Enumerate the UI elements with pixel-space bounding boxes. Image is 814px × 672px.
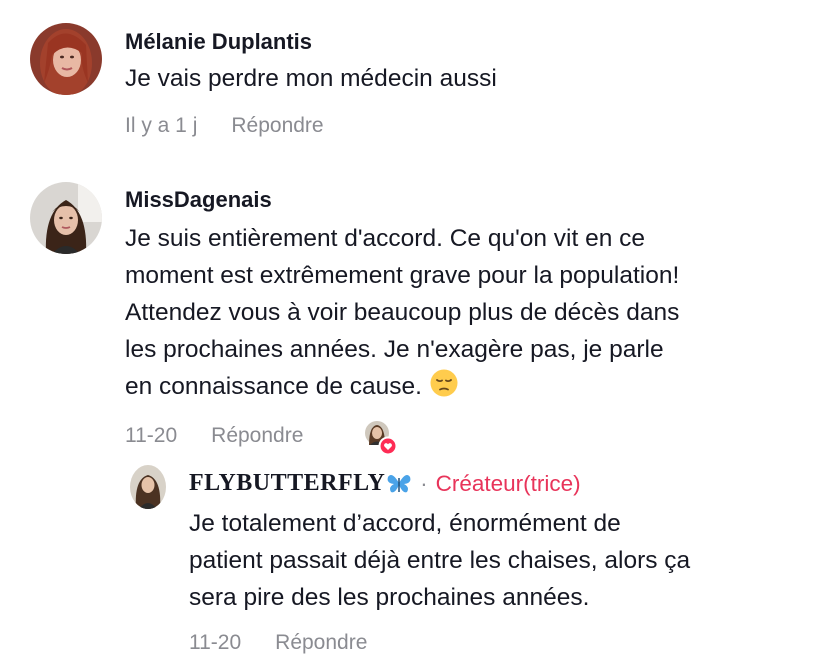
reply-meta: 11-20 Répondre [189,631,367,655]
avatar[interactable] [130,465,166,509]
timestamp: Il y a 1 j [125,114,198,137]
avatar[interactable] [30,182,102,254]
comment-text: Je vais perdre mon médecin aussi [125,65,497,92]
username[interactable]: Mélanie Duplantis [125,29,312,55]
reply-button[interactable]: Répondre [231,114,323,138]
comment-text: Je suis entièrement d'accord. Ce qu'on v… [125,220,679,405]
reply-text-line: sera pire des les prochaines années. [189,584,590,611]
creator-liked-icon [364,420,398,456]
reply-text: Je totalement d’accord, énormément de pa… [189,505,690,616]
reply-button[interactable]: Répondre [275,631,367,655]
timestamp: 11-20 [189,631,242,654]
comment-meta: Il y a 1 j Répondre [125,114,324,138]
reply-button[interactable]: Répondre [211,424,303,448]
comment-text-line: en connaissance de cause. [125,368,679,405]
comment-text-line: Je suis entièrement d'accord. Ce qu'on v… [125,225,646,252]
reply-text-line: Je totalement d’accord, énormément de [189,510,621,537]
username[interactable]: FLYBUTTERFLY [189,470,385,497]
comment-text-line: Attendez vous à voir beaucoup plus de dé… [125,299,680,326]
separator-dot: · [420,470,428,496]
pensive-face-icon [430,369,458,397]
butterfly-icon [387,474,411,492]
reply-text-line: patient passait déjà entre les chaises, … [189,547,691,574]
avatar[interactable] [30,23,102,95]
comment-meta: 11-20 Répondre [125,424,303,448]
creator-badge: Créateur(trice) [435,470,581,496]
username[interactable]: MissDagenais [125,187,272,213]
timestamp: 11-20 [125,424,178,447]
reply-header: FLYBUTTERFLY · Créateur(trice) [189,470,581,497]
comment-text-line: les prochaines années. Je n'exagère pas,… [125,336,664,363]
comment-text-fragment: en connaissance de cause. [125,373,422,400]
comment-text-line: moment est extrêmement grave pour la pop… [125,262,680,289]
